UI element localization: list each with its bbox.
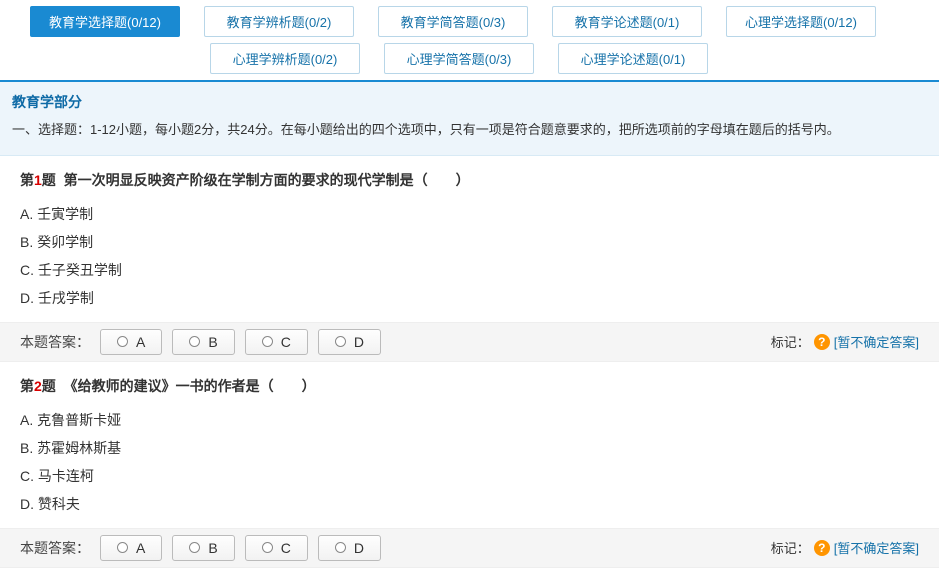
q1-num: 1	[34, 172, 42, 188]
tabs-row-1: 教育学选择题(0/12) 教育学辨析题(0/2) 教育学简答题(0/3) 教育学…	[0, 6, 900, 37]
q2-option-d: D. 赞科夫	[20, 490, 919, 518]
tab-psy-short[interactable]: 心理学简答题(0/3)	[384, 43, 534, 74]
choice-c-label: C	[281, 334, 291, 350]
q2-options: A. 克鲁普斯卡娅 B. 苏霍姆林斯基 C. 马卡连柯 D. 赞科夫	[20, 406, 919, 518]
uncertain-link-2[interactable]: [暂不确定答案]	[834, 538, 919, 557]
question-1: 第1题 第一次明显反映资产阶级在学制方面的要求的现代学制是（ ） A. 壬寅学制…	[0, 156, 939, 312]
question-1-title: 第1题 第一次明显反映资产阶级在学制方面的要求的现代学制是（ ）	[20, 170, 919, 190]
section-desc: 一、选择题：1-12小题，每小题2分，共24分。在每小题给出的四个选项中，只有一…	[12, 118, 927, 143]
choice-a-1[interactable]: A	[100, 329, 162, 355]
answer-bar-2: 本题答案： A B C D 标记： ? [暂不确定答案]	[0, 528, 939, 568]
answer-left-1: 本题答案： A B C D	[20, 329, 381, 355]
section-title: 教育学部分	[12, 92, 927, 112]
choice-a-label: A	[136, 334, 145, 350]
question-mark-icon[interactable]: ?	[814, 334, 830, 350]
tab-edu-essay[interactable]: 教育学论述题(0/1)	[552, 6, 702, 37]
choice-d-2[interactable]: D	[318, 535, 381, 561]
answer-bar-1: 本题答案： A B C D 标记： ? [暂不确定答案]	[0, 322, 939, 362]
q1-option-b: B. 癸卯学制	[20, 228, 919, 256]
tab-edu-choice[interactable]: 教育学选择题(0/12)	[30, 6, 180, 37]
choice-d-1[interactable]: D	[318, 329, 381, 355]
choice-c-1[interactable]: C	[245, 329, 308, 355]
q1-option-a: A. 壬寅学制	[20, 200, 919, 228]
question-2: 第2题 《给教师的建议》一书的作者是（ ） A. 克鲁普斯卡娅 B. 苏霍姆林斯…	[0, 362, 939, 518]
uncertain-link-1[interactable]: [暂不确定答案]	[834, 332, 919, 351]
q1-suffix: 题	[42, 172, 56, 188]
choice-b-label: B	[208, 540, 217, 556]
choice-c-2[interactable]: C	[245, 535, 308, 561]
radio-icon	[117, 542, 128, 553]
q2-stem: 《给教师的建议》一书的作者是（ ）	[64, 378, 316, 394]
answer-left-2: 本题答案： A B C D	[20, 535, 381, 561]
radio-icon	[335, 542, 346, 553]
tab-edu-short[interactable]: 教育学简答题(0/3)	[378, 6, 528, 37]
choice-b-2[interactable]: B	[172, 535, 234, 561]
radio-icon	[117, 336, 128, 347]
q2-option-b: B. 苏霍姆林斯基	[20, 434, 919, 462]
q1-option-c: C. 壬子癸丑学制	[20, 256, 919, 284]
answer-right-1: 标记： ? [暂不确定答案]	[771, 332, 919, 351]
choice-d-label: D	[354, 540, 364, 556]
answer-label-2: 本题答案：	[20, 538, 90, 558]
mark-label-2: 标记：	[771, 538, 810, 557]
question-mark-icon[interactable]: ?	[814, 540, 830, 556]
tabs-row-2: 心理学辨析题(0/2) 心理学简答题(0/3) 心理学论述题(0/1)	[0, 43, 732, 74]
q1-options: A. 壬寅学制 B. 癸卯学制 C. 壬子癸丑学制 D. 壬戌学制	[20, 200, 919, 312]
radio-icon	[189, 336, 200, 347]
q2-prefix: 第	[20, 378, 34, 394]
q2-option-a: A. 克鲁普斯卡娅	[20, 406, 919, 434]
radio-icon	[189, 542, 200, 553]
choice-a-2[interactable]: A	[100, 535, 162, 561]
tab-psy-choice[interactable]: 心理学选择题(0/12)	[726, 6, 876, 37]
radio-icon	[262, 336, 273, 347]
choice-b-1[interactable]: B	[172, 329, 234, 355]
tab-psy-analysis[interactable]: 心理学辨析题(0/2)	[210, 43, 360, 74]
choice-c-label: C	[281, 540, 291, 556]
tab-psy-essay[interactable]: 心理学论述题(0/1)	[558, 43, 708, 74]
mark-label-1: 标记：	[771, 332, 810, 351]
choice-d-label: D	[354, 334, 364, 350]
section-header: 教育学部分 一、选择题：1-12小题，每小题2分，共24分。在每小题给出的四个选…	[0, 82, 939, 156]
tabs-container: 教育学选择题(0/12) 教育学辨析题(0/2) 教育学简答题(0/3) 教育学…	[0, 0, 939, 80]
choice-b-label: B	[208, 334, 217, 350]
tab-edu-analysis[interactable]: 教育学辨析题(0/2)	[204, 6, 354, 37]
choice-a-label: A	[136, 540, 145, 556]
q1-stem: 第一次明显反映资产阶级在学制方面的要求的现代学制是（ ）	[64, 172, 470, 188]
q2-option-c: C. 马卡连柯	[20, 462, 919, 490]
question-2-title: 第2题 《给教师的建议》一书的作者是（ ）	[20, 376, 919, 396]
q1-option-d: D. 壬戌学制	[20, 284, 919, 312]
q2-num: 2	[34, 378, 42, 394]
radio-icon	[262, 542, 273, 553]
radio-icon	[335, 336, 346, 347]
q2-suffix: 题	[42, 378, 56, 394]
q1-prefix: 第	[20, 172, 34, 188]
answer-label-1: 本题答案：	[20, 332, 90, 352]
answer-right-2: 标记： ? [暂不确定答案]	[771, 538, 919, 557]
